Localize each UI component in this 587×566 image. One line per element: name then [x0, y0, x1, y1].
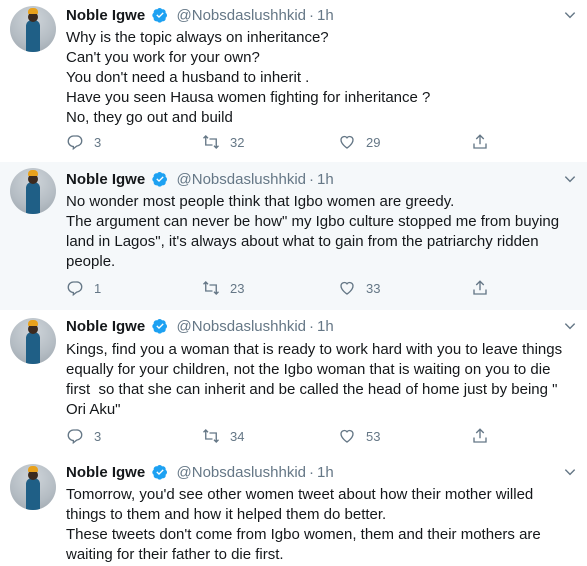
retweet-count: 23: [230, 280, 245, 296]
tweet-1[interactable]: Noble Igwe @Nobsdaslushhkid · 1h Why is th…: [0, 0, 587, 162]
tweet-time[interactable]: 1h: [317, 171, 334, 188]
verified-badge-icon: [152, 319, 168, 334]
separator-dot: ·: [309, 7, 314, 24]
tweet-text: Kings, find you a woman that is ready to…: [66, 341, 567, 418]
chevron-down-icon[interactable]: [563, 8, 577, 22]
reply-count: 3: [94, 428, 102, 444]
author-name[interactable]: Noble Igwe: [66, 318, 145, 335]
tweet-text: Tomorrow, you'd see other women tweet ab…: [66, 486, 541, 563]
retweet-icon: [203, 429, 219, 443]
like-count: 29: [366, 134, 381, 150]
retweet-button[interactable]: 23: [202, 278, 244, 298]
author-name[interactable]: Noble Igwe: [66, 171, 145, 188]
author-name[interactable]: Noble Igwe: [66, 7, 145, 24]
separator-dot: ·: [309, 171, 314, 188]
retweet-icon: [203, 135, 219, 149]
author-handle[interactable]: @Nobsdaslushhkid: [177, 171, 306, 188]
like-count: 53: [366, 428, 381, 444]
tweet-time[interactable]: 1h: [317, 7, 334, 24]
avatar[interactable]: [10, 318, 56, 364]
tweet-time[interactable]: 1h: [317, 464, 334, 481]
tweet-header: Noble Igwe @Nobsdaslushhkid · 1h: [66, 317, 334, 337]
reply-button[interactable]: 3: [66, 132, 101, 152]
share-icon: [473, 428, 487, 443]
share-icon: [473, 134, 487, 149]
reply-icon: [67, 135, 83, 151]
retweet-button[interactable]: 34: [202, 426, 244, 446]
author-handle[interactable]: @Nobsdaslushhkid: [177, 7, 306, 24]
share-icon: [473, 280, 487, 295]
retweet-icon: [203, 281, 219, 295]
tweet-text: No wonder most people think that Igbo wo…: [66, 193, 560, 270]
reply-icon: [67, 281, 83, 297]
tweet-text: Why is the topic always on inheritance? …: [66, 29, 431, 126]
tweet-actions: 3 34 53: [66, 426, 506, 446]
reply-button[interactable]: 1: [66, 278, 101, 298]
reply-count: 1: [94, 280, 102, 296]
author-name[interactable]: Noble Igwe: [66, 464, 145, 481]
reply-button[interactable]: 3: [66, 426, 101, 446]
chevron-down-icon[interactable]: [563, 319, 577, 333]
separator-dot: ·: [309, 464, 314, 481]
verified-badge-icon: [152, 8, 168, 23]
avatar[interactable]: [10, 6, 56, 52]
tweet-actions: 1 23 33: [66, 278, 506, 298]
tweet-header: Noble Igwe @Nobsdaslushhkid · 1h: [66, 6, 334, 26]
tweet-4[interactable]: Noble Igwe @Nobsdaslushhkid · 1h Tomorrow,…: [0, 458, 587, 566]
separator-dot: ·: [309, 318, 314, 335]
share-button[interactable]: [471, 132, 489, 152]
like-button[interactable]: 33: [338, 278, 380, 298]
avatar[interactable]: [10, 464, 56, 510]
tweet-header: Noble Igwe @Nobsdaslushhkid · 1h: [66, 463, 334, 483]
like-icon: [340, 429, 354, 443]
tweet-3[interactable]: Noble Igwe @Nobsdaslushhkid · 1h Kings, fi…: [0, 310, 587, 458]
chevron-down-icon[interactable]: [563, 172, 577, 186]
like-button[interactable]: 53: [338, 426, 380, 446]
author-handle[interactable]: @Nobsdaslushhkid: [177, 464, 306, 481]
retweet-count: 34: [230, 428, 245, 444]
share-button[interactable]: [471, 426, 489, 446]
tweet-2[interactable]: Noble Igwe @Nobsdaslushhkid · 1h No wonder…: [0, 162, 587, 310]
chevron-down-icon[interactable]: [563, 465, 577, 479]
tweet-actions: 3 32 29: [66, 132, 506, 152]
like-icon: [340, 135, 354, 149]
reply-count: 3: [94, 134, 102, 150]
retweet-count: 32: [230, 134, 245, 150]
avatar[interactable]: [10, 168, 56, 214]
like-button[interactable]: 29: [338, 132, 380, 152]
tweet-header: Noble Igwe @Nobsdaslushhkid · 1h: [66, 170, 334, 190]
like-count: 33: [366, 280, 381, 296]
like-icon: [340, 281, 354, 295]
author-handle[interactable]: @Nobsdaslushhkid: [177, 318, 306, 335]
verified-badge-icon: [152, 465, 168, 480]
tweet-time[interactable]: 1h: [317, 318, 334, 335]
retweet-button[interactable]: 32: [202, 132, 244, 152]
reply-icon: [67, 429, 83, 445]
verified-badge-icon: [152, 172, 168, 187]
share-button[interactable]: [471, 278, 489, 298]
